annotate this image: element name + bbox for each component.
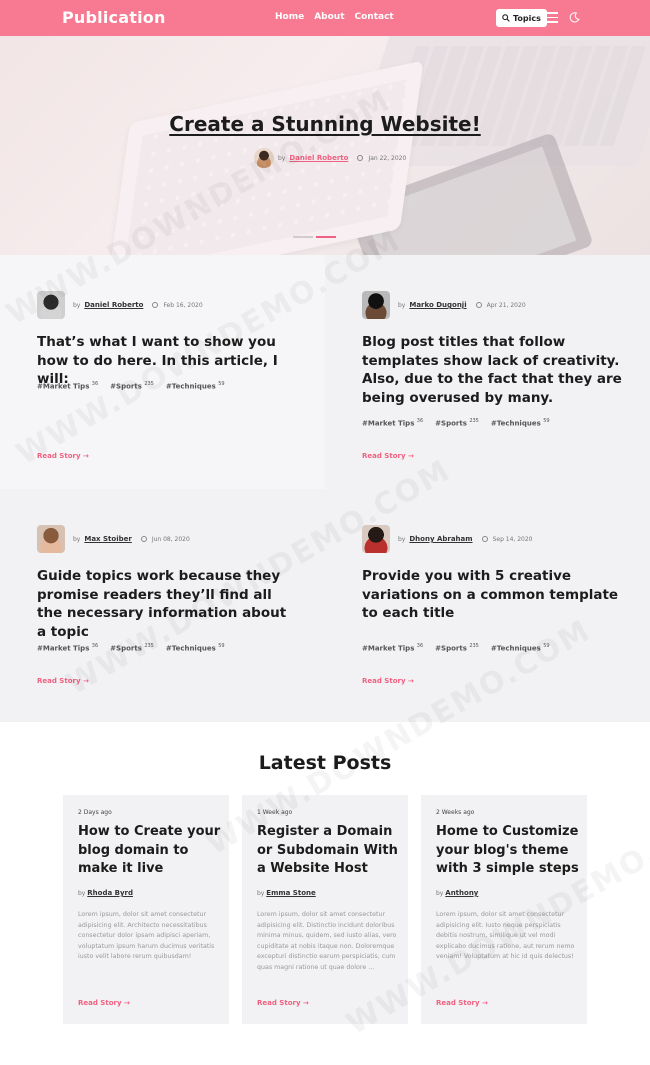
hero-overlay	[0, 36, 650, 255]
tag-sports[interactable]: #Sports 235	[435, 643, 479, 652]
author-avatar	[37, 291, 65, 319]
hero-date: Jan 22, 2020	[368, 154, 407, 162]
author-link[interactable]: Max Stoiber	[84, 535, 131, 543]
latest-post-card-3: 2 Weeks ago Home to Customize your blog'…	[421, 795, 587, 1024]
clock-icon	[152, 302, 159, 308]
clock-icon	[475, 302, 482, 308]
featured-post-2: by Marko Dugonji Apr 21, 2020 Blog post …	[325, 255, 650, 489]
post-title[interactable]: Register a Domain or Subdomain With a We…	[257, 823, 402, 879]
tag-list: #Market Tips 36 #Sports 235 #Techniques …	[362, 418, 550, 427]
by-label: by	[278, 154, 286, 162]
post-date: Sep 14, 2020	[492, 535, 533, 543]
post-date: Jun 08, 2020	[151, 535, 190, 543]
post-meta: by Marko Dugonji Apr 21, 2020	[362, 291, 526, 319]
clock-icon	[357, 155, 364, 161]
tag-techniques[interactable]: #Techniques 59	[166, 381, 225, 390]
post-date: Apr 21, 2020	[486, 301, 526, 309]
topics-label: Topics	[513, 13, 541, 23]
top-bar: Publication Home About Contact Topics	[0, 0, 650, 36]
tag-list: #Market Tips 36 #Sports 235 #Techniques …	[362, 643, 550, 652]
featured-post-1: by Daniel Roberto Feb 16, 2020 That’s wh…	[0, 255, 325, 489]
read-story-link[interactable]: Read Story →	[436, 999, 488, 1007]
author-avatar	[37, 525, 65, 553]
author-link[interactable]: Marko Dugonji	[409, 301, 466, 309]
post-title[interactable]: Home to Customize your blog's theme with…	[436, 823, 581, 879]
author-link[interactable]: Daniel Roberto	[84, 301, 143, 309]
latest-post-card-1: 2 Days ago How to Create your blog domai…	[63, 795, 229, 1024]
author-link[interactable]: Anthony	[445, 889, 478, 897]
latest-post-card-2: 1 Week ago Register a Domain or Subdomai…	[242, 795, 408, 1024]
by-label: by	[73, 535, 81, 543]
post-age: 1 Week ago	[257, 809, 293, 816]
read-story-link[interactable]: Read Story →	[78, 999, 130, 1007]
tag-techniques[interactable]: #Techniques 59	[491, 418, 550, 427]
latest-posts-heading: Latest Posts	[258, 752, 392, 774]
tag-sports[interactable]: #Sports 235	[110, 381, 154, 390]
post-excerpt: Lorem ipsum, dolor sit amet consectetur …	[257, 911, 397, 971]
post-title[interactable]: Provide you with 5 creative variations o…	[362, 567, 622, 623]
post-byline: by Rhoda Byrd	[78, 889, 133, 897]
author-link[interactable]: Emma Stone	[266, 889, 315, 897]
hero-author-link[interactable]: Daniel Roberto	[289, 154, 348, 162]
carousel-dot-active[interactable]	[316, 236, 336, 238]
post-excerpt: Lorem ipsum, dolor sit amet consectetur …	[78, 911, 215, 960]
tag-market-tips[interactable]: #Market Tips 36	[37, 643, 98, 652]
author-link[interactable]: Rhoda Byrd	[87, 889, 133, 897]
post-title[interactable]: Blog post titles that follow templates s…	[362, 333, 622, 407]
post-byline: by Emma Stone	[257, 889, 316, 897]
author-link[interactable]: Dhony Abraham	[409, 535, 472, 543]
topics-button[interactable]: Topics	[496, 9, 547, 27]
read-story-link[interactable]: Read Story →	[37, 677, 89, 685]
tag-market-tips[interactable]: #Market Tips 36	[362, 418, 423, 427]
by-label: by	[398, 301, 406, 309]
nav-contact-link[interactable]: Contact	[355, 12, 394, 22]
hero-title[interactable]: Create a Stunning Website!	[0, 112, 650, 136]
search-icon	[502, 14, 510, 22]
featured-post-4: by Dhony Abraham Sep 14, 2020 Provide yo…	[325, 489, 650, 722]
nav-about-link[interactable]: About	[314, 12, 344, 22]
post-age: 2 Days ago	[78, 809, 112, 816]
tag-sports[interactable]: #Sports 235	[110, 643, 154, 652]
post-meta: by Max Stoiber Jun 08, 2020	[37, 525, 190, 553]
by-label: by	[73, 301, 81, 309]
author-avatar	[362, 291, 390, 319]
tag-techniques[interactable]: #Techniques 59	[491, 643, 550, 652]
author-avatar	[254, 148, 274, 168]
author-avatar	[362, 525, 390, 553]
read-story-link[interactable]: Read Story →	[257, 999, 309, 1007]
post-age: 2 Weeks ago	[436, 809, 475, 816]
clock-icon	[140, 536, 147, 542]
carousel-dot[interactable]	[293, 236, 313, 238]
post-byline: by Anthony	[436, 889, 479, 897]
tag-market-tips[interactable]: #Market Tips 36	[362, 643, 423, 652]
hamburger-menu-icon[interactable]	[546, 12, 558, 23]
read-story-link[interactable]: Read Story →	[37, 452, 89, 460]
post-meta: by Daniel Roberto Feb 16, 2020	[37, 291, 203, 319]
clock-icon	[481, 536, 488, 542]
site-logo[interactable]: Publication	[62, 8, 166, 27]
tag-sports[interactable]: #Sports 235	[435, 418, 479, 427]
by-label: by	[398, 535, 406, 543]
post-title[interactable]: Guide topics work because they promise r…	[37, 567, 297, 641]
hero-meta: by Daniel Roberto Jan 22, 2020	[254, 148, 406, 168]
carousel-indicators	[293, 236, 336, 238]
tag-market-tips[interactable]: #Market Tips 36	[37, 381, 98, 390]
tag-techniques[interactable]: #Techniques 59	[166, 643, 225, 652]
post-date: Feb 16, 2020	[163, 301, 203, 309]
tag-list: #Market Tips 36 #Sports 235 #Techniques …	[37, 643, 225, 652]
nav-home-link[interactable]: Home	[275, 12, 304, 22]
tag-list: #Market Tips 36 #Sports 235 #Techniques …	[37, 381, 225, 390]
featured-post-3: by Max Stoiber Jun 08, 2020 Guide topics…	[0, 489, 325, 722]
post-meta: by Dhony Abraham Sep 14, 2020	[362, 525, 533, 553]
dark-mode-moon-icon[interactable]	[569, 12, 580, 23]
main-nav: Home About Contact	[275, 12, 394, 22]
post-title[interactable]: How to Create your blog domain to make i…	[78, 823, 223, 879]
read-story-link[interactable]: Read Story →	[362, 677, 414, 685]
post-excerpt: Lorem ipsum, dolor sit amet consectetur …	[436, 911, 575, 960]
read-story-link[interactable]: Read Story →	[362, 452, 414, 460]
hero-banner: Create a Stunning Website! by Daniel Rob…	[0, 36, 650, 255]
